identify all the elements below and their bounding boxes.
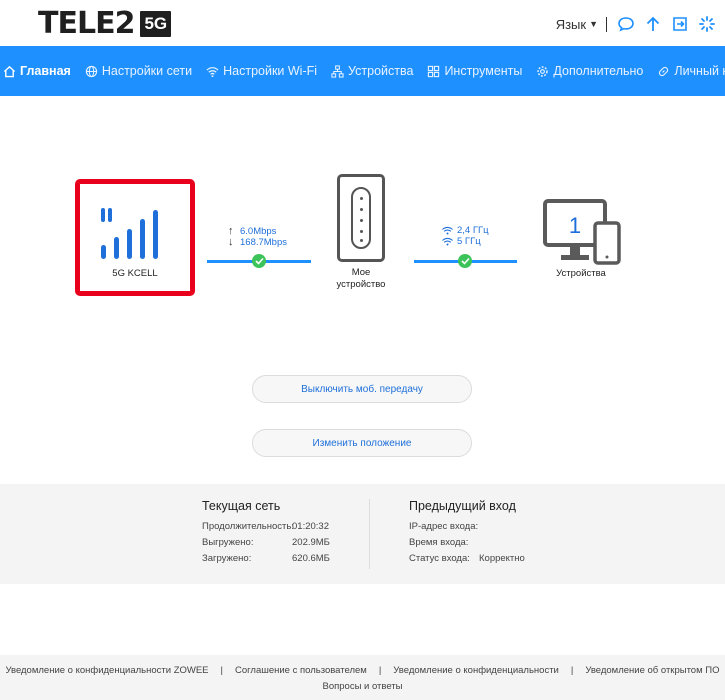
nav-label: Главная: [20, 64, 71, 78]
nav-label: Устройства: [348, 64, 414, 78]
login-status-label: Статус входа:: [409, 552, 470, 564]
devices-icon: [331, 64, 344, 78]
footer-separator: |: [220, 665, 223, 676]
footer-links: Уведомление о конфиденциальности ZOWEE |…: [0, 665, 725, 676]
router-icon[interactable]: [337, 174, 385, 262]
upload-speed: 6.0Mbps: [240, 226, 277, 237]
top-bar: TELE2 5G Язык ▼: [0, 0, 725, 44]
tools-icon: [428, 65, 440, 77]
info-row-downloaded: Загружено: 620.6МБ: [202, 550, 330, 566]
operator-signal-card[interactable]: 5G KCELL: [75, 179, 195, 296]
devices-label: Устройства: [556, 268, 606, 279]
gear-icon: [537, 65, 549, 77]
footer-separator: |: [570, 665, 574, 676]
current-network-title: Текущая сеть: [202, 499, 281, 513]
nav-label: Настройки Wi-Fi: [223, 64, 318, 78]
footer-link-privacy[interactable]: Уведомление о конфиденциальности: [393, 665, 559, 676]
operator-label: 5G KCELL: [112, 268, 158, 279]
top-tools: Язык ▼: [556, 12, 725, 36]
wifi-bands: 2,4 ГГц 5 ГГц: [442, 225, 489, 247]
nav-item-devices[interactable]: Устройства: [331, 64, 413, 78]
main-nav: Главная Настройки сети Настройки Wi-Fi У…: [0, 46, 725, 96]
router-led: [360, 219, 363, 222]
tools-separator: [606, 16, 607, 32]
downloaded-label: Загружено:: [202, 552, 252, 564]
router-led: [360, 208, 363, 211]
footer-link-user-agreement[interactable]: Соглашение с пользователем: [235, 665, 367, 676]
language-label: Язык: [555, 16, 587, 32]
info-row-login-status: Статус входа: Корректно: [409, 550, 525, 566]
info-row-uploaded: Выгружено: 202.9МБ: [202, 534, 330, 550]
nav-label: Личный кабинет: [674, 64, 725, 78]
speed-info: ↑ 6.0Mbps ↓ 168.7Mbps: [228, 226, 288, 249]
wifi-band-5g: 5 ГГц: [457, 236, 481, 247]
caret-down-icon: ▼: [589, 19, 598, 29]
nav-label: Инструменты: [444, 64, 523, 78]
download-speed: 168.7Mbps: [240, 237, 288, 248]
info-row-login-ip: IP-адрес входа:: [409, 518, 525, 534]
uploaded-label: Выгружено:: [202, 536, 254, 548]
my-device-label: Мое устройство: [327, 267, 395, 291]
nav-item-personal-account[interactable]: Личный кабинет: [657, 64, 725, 78]
current-network-section: Текущая сеть Продолжительность: 01:20:32…: [202, 499, 330, 566]
nav-item-wifi-settings[interactable]: Настройки Wi-Fi: [206, 64, 317, 78]
router-led-panel: [351, 187, 371, 249]
logo-text: TELE2: [38, 6, 135, 41]
footer-link-faq[interactable]: Вопросы и ответы: [0, 681, 725, 692]
nav-item-tools[interactable]: Инструменты: [427, 64, 522, 78]
router-led: [360, 197, 363, 200]
login-status-value: Корректно: [479, 552, 525, 564]
previous-login-title: Предыдущий вход: [409, 499, 516, 513]
logo-badge-5g: 5G: [140, 11, 172, 37]
devices-count: 1: [568, 213, 582, 238]
message-icon[interactable]: [617, 15, 635, 33]
info-divider: [369, 499, 370, 569]
router-led: [360, 239, 363, 242]
wifi-band-2g: 2,4 ГГц: [457, 225, 489, 236]
wifi-icon: [206, 66, 219, 77]
duration-label: Продолжительность:: [202, 520, 294, 532]
language-dropdown[interactable]: Язык ▼: [556, 17, 598, 32]
signal-strength-icon: [101, 208, 158, 259]
nav-item-network-settings[interactable]: Настройки сети: [85, 64, 192, 78]
link-icon: [659, 66, 669, 76]
home-icon: [3, 65, 16, 77]
change-position-button[interactable]: Изменить положение: [252, 429, 472, 457]
downloaded-value: 620.6МБ: [292, 552, 330, 564]
login-ip-label: IP-адрес входа:: [409, 520, 479, 532]
check-icon: [458, 254, 472, 268]
footer: Уведомление о конфиденциальности ZOWEE |…: [0, 655, 725, 700]
loading-icon: [698, 15, 716, 33]
download-arrow-icon: ↓: [228, 236, 234, 248]
nav-label: Дополнительно: [553, 64, 644, 78]
footer-link-zowee-privacy[interactable]: Уведомление о конфиденциальности ZOWEE: [6, 665, 209, 676]
previous-login-section: Предыдущий вход IP-адрес входа: Время вх…: [409, 499, 525, 566]
info-panel: Текущая сеть Продолжительность: 01:20:32…: [0, 484, 725, 584]
login-time-label: Время входа:: [409, 536, 469, 548]
duration-value: 01:20:32: [292, 520, 329, 532]
wifi-icon: [442, 226, 453, 235]
my-device-label-line1: Мое: [351, 267, 371, 278]
logout-icon[interactable]: [671, 15, 689, 33]
tele2-logo[interactable]: TELE2 5G: [38, 6, 172, 41]
my-device-label-line2: устройство: [336, 279, 386, 290]
check-icon: [252, 254, 266, 268]
globe-icon: [85, 65, 98, 77]
nav-item-advanced[interactable]: Дополнительно: [536, 64, 643, 78]
router-led: [360, 230, 363, 233]
disable-mobile-data-button[interactable]: Выключить моб. передачу: [252, 375, 472, 403]
nav-label: Настройки сети: [101, 64, 193, 78]
upload-icon[interactable]: [644, 15, 662, 33]
wifi-icon: [442, 237, 453, 246]
info-row-login-time: Время входа:: [409, 534, 525, 550]
footer-link-open-source[interactable]: Уведомление об открытом ПО: [585, 665, 719, 676]
uploaded-value: 202.9МБ: [292, 536, 330, 548]
nav-item-home[interactable]: Главная: [3, 64, 71, 78]
info-row-duration: Продолжительность: 01:20:32: [202, 518, 330, 534]
footer-separator: |: [378, 665, 382, 676]
